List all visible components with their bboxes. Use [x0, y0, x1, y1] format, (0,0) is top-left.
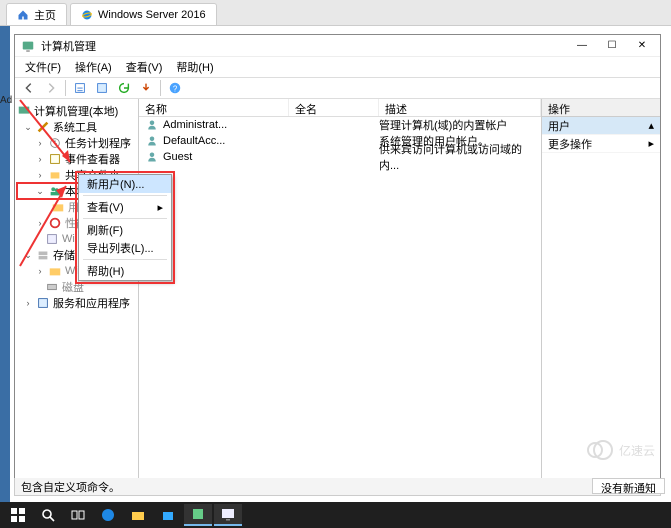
help-button[interactable]: ?: [165, 79, 185, 97]
actions-header: 操作: [542, 99, 660, 117]
tree-label: 磁盘: [62, 279, 84, 295]
ctx-label: 帮助(H): [87, 263, 124, 279]
taskview-button[interactable]: [64, 504, 92, 526]
separator: [83, 218, 167, 219]
up-button[interactable]: [70, 79, 90, 97]
menu-file[interactable]: 文件(F): [19, 57, 67, 77]
disk-icon: [45, 280, 59, 294]
notification-badge[interactable]: 没有新通知: [592, 478, 665, 494]
svg-text:?: ?: [173, 85, 178, 94]
chevron-right-icon: ▸: [648, 137, 654, 150]
explorer-button[interactable]: [124, 504, 152, 526]
caret-icon: ▴: [648, 119, 654, 132]
context-menu: 新用户(N)... 查看(V) ▸ 刷新(F) 导出列表(L)... 帮助(H): [78, 174, 172, 281]
cell-desc: 供来宾访问计算机或访问域的内...: [379, 141, 541, 173]
cell-name: DefaultAcc...: [163, 135, 225, 147]
user-icon: [145, 150, 159, 164]
back-button[interactable]: [19, 79, 39, 97]
annotation-arrow: [18, 180, 78, 273]
actions-more[interactable]: 更多操作 ▸: [542, 135, 660, 153]
ctx-refresh[interactable]: 刷新(F): [79, 221, 171, 239]
annotation-arrow: [18, 98, 88, 181]
refresh-button[interactable]: [114, 79, 134, 97]
forward-button[interactable]: [41, 79, 61, 97]
user-icon: [145, 134, 159, 148]
menu-bar: 文件(F) 操作(A) 查看(V) 帮助(H): [15, 57, 660, 77]
actions-group-label: 用户: [548, 118, 570, 134]
actions-more-label: 更多操作: [548, 136, 592, 152]
separator: [83, 195, 167, 196]
toolbar: ?: [15, 77, 660, 99]
maximize-button[interactable]: ☐: [600, 37, 624, 55]
list-header[interactable]: 名称 全名 描述: [139, 99, 541, 117]
edge-button[interactable]: [94, 504, 122, 526]
menu-help[interactable]: 帮助(H): [170, 57, 219, 77]
tab-label: 主页: [34, 7, 56, 23]
list-row[interactable]: Guest 供来宾访问计算机或访问域的内...: [139, 149, 541, 165]
status-text: 包含自定义项命令。: [21, 479, 120, 495]
ad-label: Ad: [0, 95, 12, 106]
user-icon: [145, 118, 159, 132]
tab-label: Windows Server 2016: [98, 9, 206, 21]
menu-action[interactable]: 操作(A): [69, 57, 118, 77]
home-icon: [17, 9, 29, 21]
ctx-label: 新用户(N)...: [87, 176, 144, 192]
col-fullname[interactable]: 全名: [289, 99, 379, 116]
ctx-export[interactable]: 导出列表(L)...: [79, 239, 171, 257]
taskbar[interactable]: [0, 502, 671, 528]
mmc-taskbar-button[interactable]: [214, 504, 242, 526]
col-name[interactable]: 名称: [139, 99, 289, 116]
ie-icon: [81, 9, 93, 21]
chevron-right-icon: ▸: [157, 201, 163, 214]
services-icon: [36, 296, 50, 310]
window-title: 计算机管理: [41, 38, 96, 54]
export-button[interactable]: [136, 79, 156, 97]
menu-view[interactable]: 查看(V): [120, 57, 169, 77]
mmc-icon: [21, 39, 35, 53]
search-button[interactable]: [34, 504, 62, 526]
cell-desc: 管理计算机(域)的内置帐户: [379, 117, 541, 133]
mmc-titlebar[interactable]: 计算机管理 — ☐ ✕: [15, 35, 660, 57]
ctx-label: 查看(V): [87, 199, 124, 215]
actions-group[interactable]: 用户 ▴: [542, 117, 660, 135]
col-desc[interactable]: 描述: [379, 99, 541, 116]
browser-tab-strip: 主页 Windows Server 2016: [0, 0, 671, 26]
list-pane: 名称 全名 描述 Administrat... 管理计算机(域)的内置帐户 De…: [139, 99, 542, 495]
tree-disk[interactable]: 磁盘: [17, 279, 136, 295]
ctx-label: 刷新(F): [87, 222, 123, 238]
notice-text: 没有新通知: [601, 483, 656, 495]
store-button[interactable]: [154, 504, 182, 526]
servermgr-button[interactable]: [184, 504, 212, 526]
browser-tab-winserver[interactable]: Windows Server 2016: [70, 3, 217, 25]
ctx-help[interactable]: 帮助(H): [79, 262, 171, 280]
tree-label: 服务和应用程序: [53, 295, 130, 311]
start-button[interactable]: [4, 504, 32, 526]
browser-tab-home[interactable]: 主页: [6, 3, 67, 25]
minimize-button[interactable]: —: [570, 37, 594, 55]
ctx-view[interactable]: 查看(V) ▸: [79, 198, 171, 216]
cell-name: Guest: [163, 151, 192, 163]
ctx-label: 导出列表(L)...: [87, 240, 154, 256]
properties-button[interactable]: [92, 79, 112, 97]
list-row[interactable]: Administrat... 管理计算机(域)的内置帐户: [139, 117, 541, 133]
separator: [83, 259, 167, 260]
close-button[interactable]: ✕: [630, 37, 654, 55]
watermark: 亿速云: [585, 435, 657, 468]
status-bar: 包含自定义项命令。: [14, 478, 661, 496]
expand-icon[interactable]: ›: [23, 298, 33, 308]
cell-name: Administrat...: [163, 119, 227, 131]
tree-services[interactable]: › 服务和应用程序: [17, 295, 136, 311]
ctx-new-user[interactable]: 新用户(N)...: [79, 175, 171, 193]
watermark-text: 亿速云: [619, 443, 655, 458]
